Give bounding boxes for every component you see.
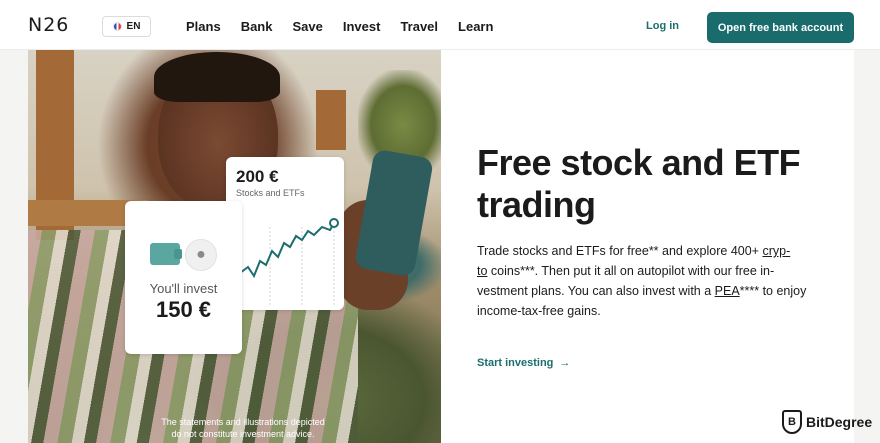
page-title: Free stock and ETF trading xyxy=(477,142,801,225)
person-hair xyxy=(154,52,280,102)
invest-card-label: You'll invest xyxy=(149,281,218,296)
nav-item-plans[interactable]: Plans xyxy=(186,19,221,34)
hero-content: Free stock and ETF trading Trade stocks … xyxy=(441,50,854,443)
page-description: Trade stocks and ETFs for free** and exp… xyxy=(477,244,807,318)
login-link[interactable]: Log in xyxy=(646,20,679,32)
nav-item-invest[interactable]: Invest xyxy=(343,19,381,34)
chart-end-point xyxy=(329,218,339,228)
investment-disclaimer: The statements and illustrations depicte… xyxy=(161,417,325,439)
shield-b-icon: B xyxy=(782,410,802,434)
site-header: N26 EN Plans Bank Save Invest Travel Lea… xyxy=(0,0,880,50)
language-selector[interactable]: EN xyxy=(102,16,151,37)
main-nav: Plans Bank Save Invest Travel Learn xyxy=(186,19,513,34)
chart-card-amount: 200 € xyxy=(236,167,279,186)
portfolio-line xyxy=(239,222,335,279)
start-investing-link[interactable]: Start investing → xyxy=(477,357,570,369)
portfolio-chart-card: 200 € Stocks and ETFs xyxy=(226,157,344,310)
arrow-right-icon: → xyxy=(559,357,571,369)
chart-card-label: Stocks and ETFs xyxy=(236,188,305,198)
french-flag-icon xyxy=(112,22,122,31)
wallet-icon xyxy=(150,243,182,265)
crypto-link[interactable]: cryp- xyxy=(762,244,790,258)
nav-item-travel[interactable]: Travel xyxy=(400,19,438,34)
crypto-link[interactable]: to xyxy=(477,264,487,278)
nav-item-learn[interactable]: Learn xyxy=(458,19,493,34)
open-account-button[interactable]: Open free bank account xyxy=(707,12,854,43)
language-label: EN xyxy=(126,21,141,32)
bitdegree-watermark: B BitDegree xyxy=(782,410,872,434)
n26-logo[interactable]: N26 xyxy=(28,14,69,36)
apple-logo-icon: ● xyxy=(185,239,217,271)
nav-item-bank[interactable]: Bank xyxy=(241,19,273,34)
shelf-decor xyxy=(316,90,346,150)
nav-item-save[interactable]: Save xyxy=(292,19,322,34)
pea-link[interactable]: PEA xyxy=(715,284,740,298)
invest-card: ● You'll invest 150 € xyxy=(125,201,242,354)
invest-card-amount: 150 € xyxy=(155,297,212,322)
